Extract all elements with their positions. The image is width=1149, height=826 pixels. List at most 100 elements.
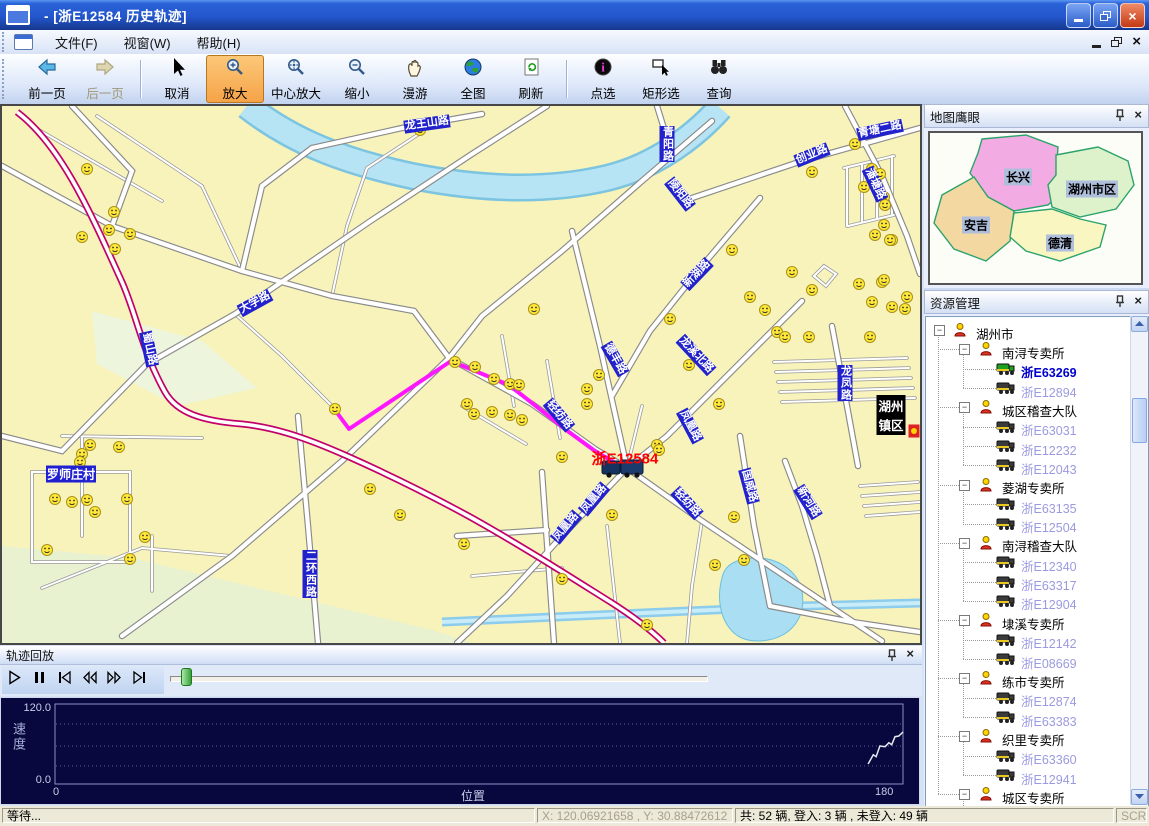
smiley-marker[interactable] [505,410,516,421]
mdi-minimize-icon[interactable] [1092,45,1101,48]
tree-vehicle[interactable]: 浙E12894 [926,379,1126,398]
menu-file[interactable]: 文件(F) [51,31,102,54]
smiley-marker[interactable] [557,574,568,585]
tree-vehicle[interactable]: 浙E12142 [926,631,1126,650]
tree-group[interactable]: −练市专卖所 [926,669,1126,688]
smiley-marker[interactable] [642,620,653,631]
smiley-marker[interactable] [104,225,115,236]
close-icon[interactable]: × [906,646,914,661]
toolbar-button-globe[interactable]: 全图 [444,55,502,103]
smiley-marker[interactable] [489,374,500,385]
tree-collapse-box[interactable]: − [959,480,970,491]
smiley-marker[interactable] [85,440,96,451]
smiley-marker[interactable] [557,452,568,463]
smiley-marker[interactable] [469,409,480,420]
playback-rewind-button[interactable] [77,668,102,692]
tree-vehicle[interactable]: 浙E63360 [926,747,1126,766]
smiley-marker[interactable] [395,510,406,521]
close-button[interactable]: × [1120,3,1145,28]
playback-skip-end-button[interactable] [127,668,152,692]
menubar-grip[interactable] [2,32,10,51]
smiley-marker[interactable] [50,494,61,505]
smiley-marker[interactable] [804,332,815,343]
tree-collapse-box[interactable]: − [934,325,945,336]
toolbar-button-zoom-in[interactable]: 放大 [206,55,264,103]
mdi-close-icon[interactable]: × [1132,35,1141,49]
map-canvas[interactable] [2,106,920,643]
smiley-marker[interactable] [110,244,121,255]
pin-icon[interactable] [1115,295,1126,313]
tree-group[interactable]: −南浔专卖所 [926,340,1126,359]
smiley-marker[interactable] [729,512,740,523]
smiley-marker[interactable] [902,292,913,303]
tree-collapse-box[interactable]: − [959,402,970,413]
close-icon[interactable]: × [1134,107,1142,122]
menu-help[interactable]: 帮助(H) [193,31,245,54]
tree-group[interactable]: −南浔稽查大队 [926,534,1126,553]
tree-vehicle[interactable]: 浙E08669 [926,650,1126,669]
smiley-marker[interactable] [582,384,593,395]
scroll-up-icon[interactable] [1131,316,1148,332]
tree-vehicle[interactable]: 浙E12340 [926,553,1126,572]
tree-vehicle[interactable]: 浙E12043 [926,456,1126,475]
tree-vehicle[interactable]: 浙E12232 [926,437,1126,456]
smiley-marker[interactable] [109,207,120,218]
tree-vehicle[interactable]: 浙E63031 [926,418,1126,437]
map-view[interactable]: 龙王山路青阳路陵阳路创业路青塘二路潘塘路新湖路大学路蜀山路德丰路龙溪北路轻纺路凤… [0,104,922,645]
smiley-marker[interactable] [594,370,605,381]
tree-vehicle[interactable]: 浙E12904 [926,592,1126,611]
smiley-marker[interactable] [517,415,528,426]
smiley-marker[interactable] [807,167,818,178]
smiley-marker[interactable] [529,304,540,315]
toolbar-button-binoculars[interactable]: 查询 [690,55,748,103]
scrollbar-thumb[interactable] [1132,398,1147,443]
playback-skip-start-button[interactable] [52,668,77,692]
smiley-marker[interactable] [582,399,593,410]
overview-map[interactable]: 长兴湖州市区安吉德清 [928,131,1143,285]
tree-vehicle[interactable]: 浙E63317 [926,573,1126,592]
pin-icon[interactable] [887,649,898,667]
toolbar-button-info-select[interactable]: i点选 [574,55,632,103]
smiley-marker[interactable] [42,545,53,556]
smiley-marker[interactable] [114,442,125,453]
smiley-marker[interactable] [122,494,133,505]
smiley-marker[interactable] [487,407,498,418]
minimize-button[interactable] [1066,3,1091,28]
tree-group[interactable]: −织里专卖所 [926,727,1126,746]
tree-vehicle[interactable]: 浙E12504 [926,515,1126,534]
smiley-marker[interactable] [867,297,878,308]
smiley-marker[interactable] [67,497,78,508]
tree-root[interactable]: −湖州市 [926,321,1126,340]
smiley-marker[interactable] [710,560,721,571]
vehicle-tree[interactable]: −湖州市−南浔专卖所浙E63269浙E12894−城区稽查大队浙E63031浙E… [925,316,1149,807]
smiley-marker[interactable] [900,304,911,315]
tree-scrollbar[interactable] [1130,316,1148,805]
tree-collapse-box[interactable]: − [959,731,970,742]
tree-group[interactable]: −城区稽查大队 [926,398,1126,417]
tree-vehicle[interactable]: 浙E12874 [926,689,1126,708]
smiley-marker[interactable] [879,275,890,286]
playback-play-button[interactable] [2,668,27,692]
smiley-marker[interactable] [607,510,618,521]
smiley-marker[interactable] [780,332,791,343]
restore-button[interactable] [1093,3,1118,28]
tree-vehicle[interactable]: 浙E12941 [926,766,1126,785]
toolbar-button-refresh[interactable]: 刷新 [502,55,560,103]
menu-window[interactable]: 视窗(W) [120,31,175,54]
smiley-marker[interactable] [865,332,876,343]
smiley-marker[interactable] [880,200,891,211]
toolbar-button-rect-select[interactable]: 矩形选 [632,55,690,103]
smiley-marker[interactable] [885,235,896,246]
scroll-down-icon[interactable] [1131,789,1148,805]
smiley-marker[interactable] [140,532,151,543]
smiley-marker[interactable] [125,229,136,240]
smiley-marker[interactable] [450,357,461,368]
smiley-marker[interactable] [470,362,481,373]
pin-icon[interactable] [1115,109,1126,127]
smiley-marker[interactable] [365,484,376,495]
smiley-marker[interactable] [727,245,738,256]
smiley-marker[interactable] [77,232,88,243]
close-icon[interactable]: × [1134,293,1142,308]
smiley-marker[interactable] [462,399,473,410]
playback-slider-track[interactable] [170,676,708,682]
